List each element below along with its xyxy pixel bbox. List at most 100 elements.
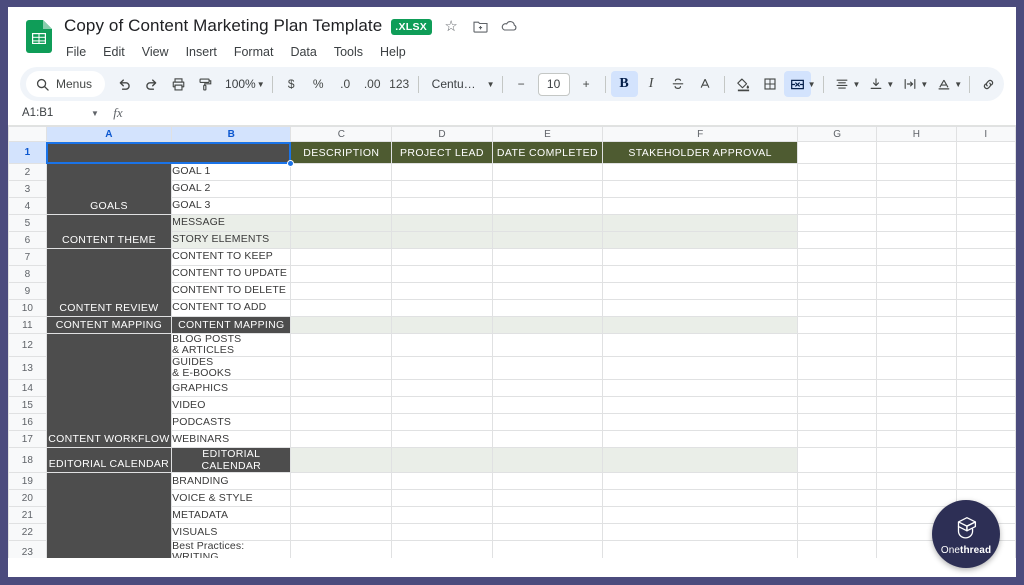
cell-i1[interactable] bbox=[955, 141, 1016, 164]
cell-b22[interactable]: VISUALS bbox=[171, 523, 292, 542]
cell-e9[interactable] bbox=[491, 282, 604, 300]
menu-data[interactable]: Data bbox=[290, 45, 316, 59]
cell-d7[interactable] bbox=[391, 248, 493, 266]
cell-g4[interactable] bbox=[797, 197, 878, 215]
cell-e15[interactable] bbox=[491, 396, 604, 415]
row-header-7[interactable]: 7 bbox=[8, 248, 47, 266]
cell-e8[interactable] bbox=[491, 265, 604, 283]
cell-d9[interactable] bbox=[391, 282, 493, 300]
cell-f23[interactable] bbox=[602, 540, 799, 558]
cell-i19[interactable] bbox=[955, 472, 1016, 491]
decrease-font-size-button[interactable]: − bbox=[508, 71, 535, 97]
row-header-3[interactable]: 3 bbox=[8, 180, 47, 198]
zoom-level[interactable]: 100% bbox=[219, 77, 260, 91]
cell-b6[interactable]: STORY ELEMENTS bbox=[171, 231, 292, 249]
menu-insert[interactable]: Insert bbox=[186, 45, 217, 59]
cell-d8[interactable] bbox=[391, 265, 493, 283]
cell-d23[interactable] bbox=[391, 540, 493, 558]
cell-b23[interactable]: Best Practices: WRITING bbox=[171, 540, 292, 558]
cell-h13[interactable] bbox=[876, 356, 957, 381]
cell-f17[interactable] bbox=[602, 430, 799, 449]
row-header-16[interactable]: 16 bbox=[8, 413, 47, 432]
merge-cells-button[interactable] bbox=[783, 71, 811, 97]
text-rotation-button[interactable] bbox=[930, 71, 957, 97]
cell-g15[interactable] bbox=[797, 396, 878, 415]
cell-i10[interactable] bbox=[955, 299, 1016, 317]
cell-e6[interactable] bbox=[491, 231, 604, 249]
row-header-20[interactable]: 20 bbox=[8, 489, 47, 508]
cell-c2[interactable] bbox=[290, 163, 393, 181]
cell-f18[interactable] bbox=[602, 447, 799, 474]
cell-e11[interactable] bbox=[491, 316, 604, 334]
cell-d4[interactable] bbox=[391, 197, 493, 215]
cell-i17[interactable] bbox=[955, 430, 1016, 449]
cell-g16[interactable] bbox=[797, 413, 878, 432]
column-header-a[interactable]: A bbox=[45, 126, 173, 142]
column-header-h[interactable]: H bbox=[876, 126, 957, 142]
cell-h19[interactable] bbox=[876, 472, 957, 491]
cell-i8[interactable] bbox=[955, 265, 1016, 283]
cell-d13[interactable] bbox=[391, 356, 493, 381]
cell-d11[interactable] bbox=[391, 316, 493, 334]
cell-g18[interactable] bbox=[797, 447, 878, 474]
cell-f3[interactable] bbox=[602, 180, 799, 198]
cell-b16[interactable]: PODCASTS bbox=[171, 413, 292, 432]
cell-d12[interactable] bbox=[391, 332, 493, 358]
menu-tools[interactable]: Tools bbox=[334, 45, 363, 59]
cell-b14[interactable]: GRAPHICS bbox=[171, 379, 292, 398]
column-header-e[interactable]: E bbox=[491, 126, 604, 142]
cell-b21[interactable]: METADATA bbox=[171, 506, 292, 525]
cell-i7[interactable] bbox=[955, 248, 1016, 266]
cell-c14[interactable] bbox=[290, 379, 393, 398]
column-header-f[interactable]: F bbox=[602, 126, 799, 142]
star-icon[interactable]: ☆ bbox=[441, 16, 461, 36]
cell-e18[interactable] bbox=[491, 447, 604, 474]
section-label-cell-a2[interactable]: GOALS bbox=[45, 163, 173, 215]
cell-h12[interactable] bbox=[876, 332, 957, 358]
cell-h7[interactable] bbox=[876, 248, 957, 266]
cell-g9[interactable] bbox=[797, 282, 878, 300]
cell-h20[interactable] bbox=[876, 489, 957, 508]
cell-g5[interactable] bbox=[797, 214, 878, 232]
name-box-chevron-down-icon[interactable]: ▼ bbox=[84, 109, 106, 118]
format-percent-button[interactable]: % bbox=[305, 71, 332, 97]
cell-c7[interactable] bbox=[290, 248, 393, 266]
cell-f21[interactable] bbox=[602, 506, 799, 525]
halign-chevron-down-icon[interactable]: ▼ bbox=[853, 80, 861, 89]
row-header-10[interactable]: 10 bbox=[8, 299, 47, 317]
row-header-8[interactable]: 8 bbox=[8, 265, 47, 283]
section-label-cell-a18[interactable]: EDITORIAL CALENDAR bbox=[45, 447, 173, 474]
cell-i14[interactable] bbox=[955, 379, 1016, 398]
row-header-22[interactable]: 22 bbox=[8, 523, 47, 542]
cell-i9[interactable] bbox=[955, 282, 1016, 300]
row-header-19[interactable]: 19 bbox=[8, 472, 47, 491]
menu-format[interactable]: Format bbox=[234, 45, 274, 59]
cell-c19[interactable] bbox=[290, 472, 393, 491]
cell-e22[interactable] bbox=[491, 523, 604, 542]
cell-e17[interactable] bbox=[491, 430, 604, 449]
borders-button[interactable] bbox=[757, 71, 784, 97]
row-header-5[interactable]: 5 bbox=[8, 214, 47, 232]
section-label-cell-a12[interactable]: CONTENT WORKFLOW bbox=[45, 332, 173, 449]
vertical-align-button[interactable] bbox=[862, 71, 889, 97]
cell-e20[interactable] bbox=[491, 489, 604, 508]
cell-b18[interactable]: EDITORIAL CALENDAR bbox=[171, 447, 292, 474]
header-cell-d1[interactable]: PROJECT LEAD bbox=[391, 141, 493, 164]
cell-c10[interactable] bbox=[290, 299, 393, 317]
cell-c20[interactable] bbox=[290, 489, 393, 508]
cell-b3[interactable]: GOAL 2 bbox=[171, 180, 292, 198]
row-header-21[interactable]: 21 bbox=[8, 506, 47, 525]
row-header-9[interactable]: 9 bbox=[8, 282, 47, 300]
cell-b4[interactable]: GOAL 3 bbox=[171, 197, 292, 215]
cell-h8[interactable] bbox=[876, 265, 957, 283]
cell-d20[interactable] bbox=[391, 489, 493, 508]
zoom-chevron-down-icon[interactable]: ▼ bbox=[257, 80, 265, 89]
cell-g11[interactable] bbox=[797, 316, 878, 334]
move-to-folder-icon[interactable] bbox=[470, 16, 490, 36]
text-color-button[interactable] bbox=[692, 71, 719, 97]
format-currency-button[interactable]: $ bbox=[278, 71, 305, 97]
cell-i5[interactable] bbox=[955, 214, 1016, 232]
cell-d17[interactable] bbox=[391, 430, 493, 449]
cell-g7[interactable] bbox=[797, 248, 878, 266]
font-size-input[interactable]: 10 bbox=[537, 72, 570, 96]
